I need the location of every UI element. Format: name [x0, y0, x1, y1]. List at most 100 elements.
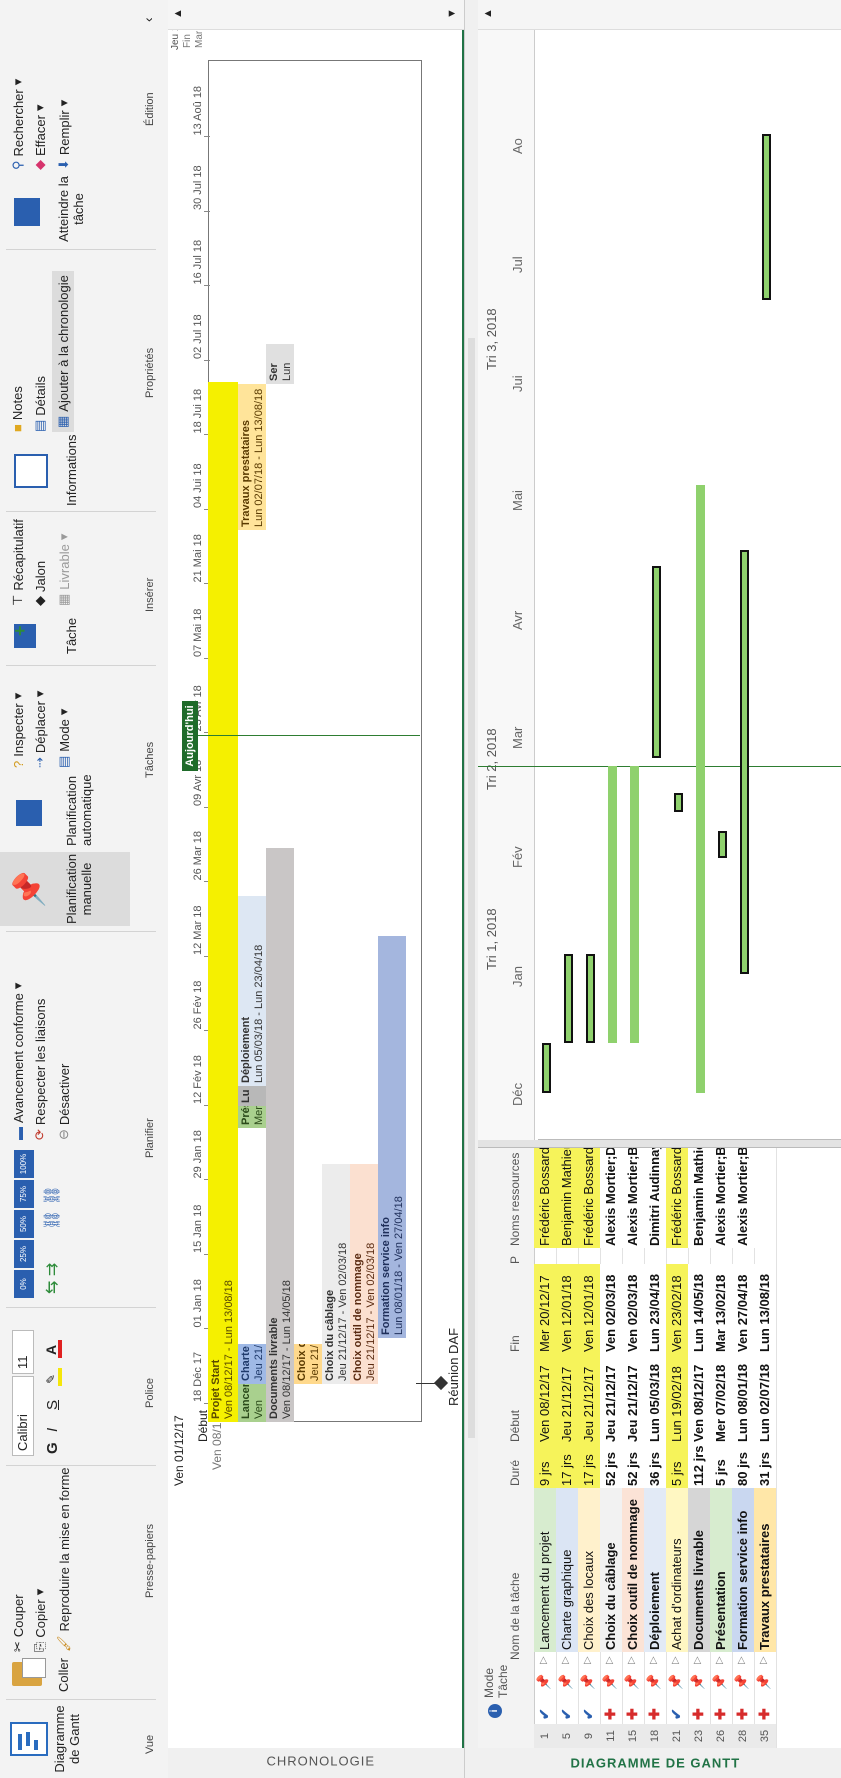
task-start[interactable]: Jeu 21/12/17 [578, 1354, 600, 1444]
task-finish[interactable]: Ven 02/03/18 [600, 1264, 622, 1354]
task-resources[interactable]: Frédéric Bossard [534, 1148, 556, 1248]
notes-button[interactable]: ■ Notes [10, 386, 25, 432]
task-duration[interactable]: 31 jrs [754, 1444, 776, 1488]
task-start[interactable]: Lun 19/02/18 [666, 1354, 688, 1444]
task-finish[interactable]: Lun 14/05/18 [688, 1264, 710, 1354]
task-start[interactable]: Mer 07/02/18 [710, 1354, 732, 1444]
task-start[interactable]: Lun 02/07/18 [754, 1354, 776, 1444]
task-name[interactable]: Documents livrable [688, 1488, 710, 1652]
table-row[interactable]: 28 ✚ 📌 ▷ Formation service info 80 jrs Lun 08/… [732, 1148, 755, 1748]
paste-icon[interactable] [8, 1654, 48, 1690]
task-resources[interactable]: Benjamin Mathieu; [688, 1148, 710, 1248]
task-resources[interactable]: Alexis Mortier;Benj [732, 1148, 754, 1248]
timeline-bar[interactable]: Projet Start Ven 08/12/17 - Lun 13/08/18 [208, 382, 238, 1422]
task-finish[interactable]: Ven 23/02/18 [666, 1264, 688, 1354]
task-resources[interactable]: Benjamin Mathieu;T [556, 1148, 578, 1248]
task-name[interactable]: Choix des locaux [578, 1488, 600, 1652]
gantt-bar[interactable] [564, 954, 573, 1043]
task-start[interactable]: Lun 08/01/18 [732, 1354, 754, 1444]
gantt-view-button[interactable]: Diagramme de Gantt [52, 1704, 82, 1774]
task-duration[interactable]: 17 jrs [556, 1444, 578, 1488]
italic-button[interactable]: I [44, 1428, 61, 1432]
pct-75-button[interactable]: 75% [14, 1180, 34, 1208]
gantt-bar[interactable] [740, 550, 749, 974]
task-finish[interactable]: Ven 27/04/18 [732, 1264, 754, 1354]
table-row[interactable]: 15 ✚ 📌 ▷ Choix outil de nommage 52 jrs Jeu 21/… [622, 1148, 645, 1748]
header-pred[interactable]: P [508, 1256, 522, 1264]
inactivate-button[interactable]: ⊖ Désactiver [56, 1064, 72, 1140]
task-start[interactable]: Jeu 21/12/17 [556, 1354, 578, 1444]
header-finish[interactable]: Fin [508, 1335, 522, 1352]
task-start[interactable]: Lun 05/03/18 [644, 1354, 666, 1444]
cut-button[interactable]: ✂ Couper [10, 1594, 26, 1652]
header-start[interactable]: Début [508, 1410, 522, 1442]
timeline-bar[interactable]: Déploiement Lun 05/03/18 - Lun 23/04/18 [238, 896, 266, 1086]
task-name[interactable]: Formation service info [732, 1488, 754, 1652]
task-finish[interactable]: Mer 20/12/17 [534, 1264, 556, 1354]
respect-links-button[interactable]: ⟳ Respecter les liaisons [32, 999, 48, 1140]
font-size-select[interactable]: 11 [12, 1330, 34, 1374]
table-row[interactable]: 26 ✚ 📌 ▷ Présentation 5 jrs Mer 07/02/18 Mar 13… [710, 1148, 733, 1748]
task-resources[interactable]: Frédéric Bossard [578, 1148, 600, 1248]
gantt-bar[interactable] [608, 765, 617, 1043]
collapse-ribbon-icon[interactable]: ‹ [140, 17, 156, 22]
task-start[interactable]: Ven 08/12/17 [534, 1354, 556, 1444]
task-name[interactable]: Présentation [710, 1488, 732, 1652]
information-button[interactable]: Informations [8, 434, 118, 506]
gantt-bar[interactable] [674, 792, 683, 812]
task-duration[interactable]: 5 jrs [666, 1444, 688, 1488]
task-resources[interactable]: Alexis Mortier;Benj [622, 1148, 644, 1248]
table-row[interactable]: 21 ✔ 📌 ▷ Achat d'ordinateurs 5 jrs Lun 19/02/1… [666, 1148, 689, 1748]
timeline-bar[interactable]: Ser Lun [266, 344, 294, 384]
timeline-bar[interactable]: Lu [238, 1086, 266, 1106]
table-row[interactable]: 11 ✚ 📌 ▷ Choix du câblage 52 jrs Jeu 21/12/17 V… [600, 1148, 623, 1748]
copy-button[interactable]: ⎘ Copier ▾ [32, 1589, 48, 1652]
task-duration[interactable]: 52 jrs [600, 1444, 622, 1488]
goto-task-button[interactable]: Atteindre la tâche [8, 174, 118, 244]
highlight-icon[interactable]: ✎ [44, 1366, 62, 1386]
timeline-bar[interactable]: Lancem Ven [238, 1384, 266, 1422]
task-start[interactable]: Jeu 21/12/17 [600, 1354, 622, 1444]
task-name[interactable]: Lancement du projet [534, 1488, 556, 1652]
auto-schedule-button[interactable]: Planification automatique [0, 774, 130, 848]
timeline-bar[interactable]: Formation service info Lun 08/01/18 - Ven… [378, 936, 406, 1338]
fill-button[interactable]: ⬇ Remplir ▾ [56, 100, 72, 170]
deliverable-button[interactable]: ▦ Livrable ▾ [56, 534, 72, 606]
task-name[interactable]: Déploiement [644, 1488, 666, 1652]
timeline-bar[interactable]: Travaux prestataires Lun 02/07/18 - Lun 1… [238, 384, 266, 530]
timeline-scrollbar[interactable]: ▲ ▼ [168, 0, 464, 30]
manual-schedule-button[interactable]: 📌 Planification manuelle [0, 852, 130, 926]
inspect-button[interactable]: ? Inspecter ▾ [10, 693, 26, 768]
task-finish[interactable]: Lun 13/08/18 [754, 1264, 776, 1354]
task-resources[interactable]: Alexis Mortier;Benj [710, 1148, 732, 1248]
gantt-bar[interactable] [542, 1042, 551, 1093]
table-row[interactable]: 18 ✚ 📌 ▷ Déploiement 36 jrs Lun 05/03/18 Lun 23… [644, 1148, 667, 1748]
table-row[interactable]: 5 ✔ 📌 ▷ Charte graphique 17 jrs Jeu 21/12/17 Ve… [556, 1148, 579, 1748]
header-resources[interactable]: Noms ressources [508, 1153, 522, 1246]
pct-0-button[interactable]: 0% [14, 1270, 34, 1298]
timeline-bar[interactable]: Choix des locauxJeu 21/12/17 - Ven [294, 1344, 322, 1384]
milestone-button[interactable]: ◆ Jalon [32, 561, 48, 606]
task-name[interactable]: Choix du câblage [600, 1488, 622, 1652]
table-row[interactable]: 35 ✚ 📌 ▷ Travaux prestataires 31 jrs Lun 02/07… [754, 1148, 777, 1748]
task-finish[interactable]: Ven 12/01/18 [578, 1264, 600, 1354]
move-button[interactable]: ⇢ Déplacer ▾ [32, 691, 48, 768]
pct-25-button[interactable]: 25% [14, 1240, 34, 1268]
pct-50-button[interactable]: 50% [14, 1210, 34, 1238]
info-column-icon[interactable]: i [488, 1704, 502, 1718]
mode-button[interactable]: ▤ Mode ▾ [56, 709, 72, 768]
task-duration[interactable]: 80 jrs [732, 1444, 754, 1488]
table-row[interactable]: 9 ✔ 📌 ▷ Choix des locaux 17 jrs Jeu 21/12/17 Ve… [578, 1148, 601, 1748]
mark-on-track-button[interactable]: ▬ Avancement conforme ▾ [10, 983, 26, 1140]
task-finish[interactable]: Ven 12/01/18 [556, 1264, 578, 1354]
link-icon[interactable]: ⛓ ⛓ [42, 1185, 62, 1230]
underline-button[interactable]: S [44, 1400, 61, 1410]
format-painter-button[interactable]: 🖌 Reproduire la mise en forme [56, 1467, 72, 1652]
details-button[interactable]: ▤ Détails [32, 376, 48, 432]
gantt-scrollbar[interactable]: ▲ [478, 0, 841, 30]
table-row[interactable]: 23 ✚ 📌 ▷ Documents livrable 112 jrs Ven 08/12/… [688, 1148, 711, 1748]
task-name[interactable]: Charte graphique [556, 1488, 578, 1652]
gantt-bar[interactable] [696, 484, 705, 1093]
clear-button[interactable]: ◆ Effacer ▾ [32, 105, 48, 170]
task-name[interactable]: Achat d'ordinateurs [666, 1488, 688, 1652]
